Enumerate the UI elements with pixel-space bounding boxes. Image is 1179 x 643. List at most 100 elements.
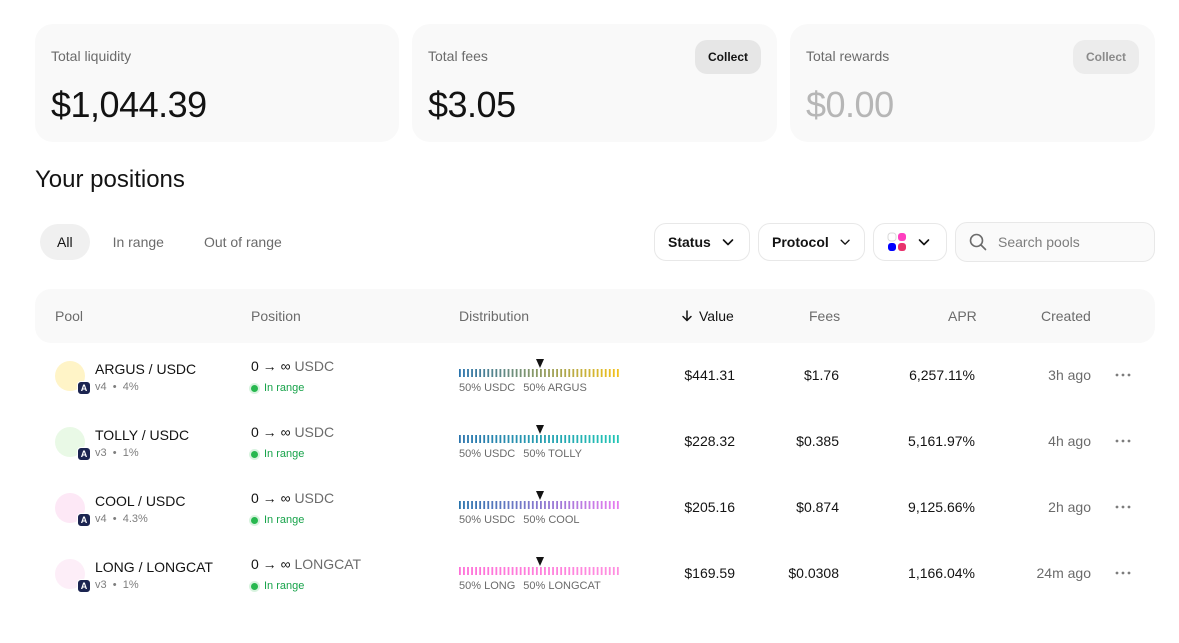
protocol-badge-icon: A	[77, 381, 91, 395]
table-row[interactable]: A ARGUS / USDC v4 • 4% 0 → ∞ USDC In ran…	[35, 343, 1155, 409]
column-fees[interactable]: Fees	[809, 308, 840, 324]
status-dropdown[interactable]: Status	[654, 223, 750, 261]
protocol-badge-icon: A	[77, 513, 91, 527]
pool-pair-name: COOL / USDC	[95, 493, 186, 509]
position-created: 3h ago	[1048, 367, 1091, 383]
current-price-marker-icon	[536, 359, 544, 368]
sort-arrow-down-icon	[682, 310, 692, 322]
column-created[interactable]: Created	[1041, 308, 1091, 324]
protocol-badge-icon: A	[77, 579, 91, 593]
column-value: Value	[699, 308, 734, 324]
position-value: $169.59	[684, 565, 735, 581]
table-row[interactable]: A COOL / USDC v4 • 4.3% 0 → ∞ USDC In ra…	[35, 475, 1155, 541]
position-range: 0 → ∞ USDC	[251, 358, 335, 374]
column-pool[interactable]: Pool	[55, 308, 83, 324]
position-value: $228.32	[684, 433, 735, 449]
positions-title: Your positions	[35, 166, 185, 193]
chevron-down-icon	[722, 239, 734, 246]
current-price-marker-icon	[536, 557, 544, 566]
total-fees-label: Total fees	[428, 48, 488, 64]
distribution-labels: 50% USDC 50% TOLLY	[459, 448, 582, 460]
position-apr: 9,125.66%	[908, 499, 975, 515]
distribution-labels: 50% USDC 50% COOL	[459, 514, 580, 526]
column-apr[interactable]: APR	[948, 308, 977, 324]
position-range: 0 → ∞ USDC	[251, 424, 335, 440]
table-row[interactable]: A TOLLY / USDC v3 • 1% 0 → ∞ USDC In ran…	[35, 409, 1155, 475]
distribution-labels: 50% LONG 50% LONGCAT	[459, 580, 601, 592]
column-position[interactable]: Position	[251, 308, 301, 324]
column-distribution[interactable]: Distribution	[459, 308, 529, 324]
range-status: In range	[251, 580, 304, 592]
position-created: 24m ago	[1036, 565, 1091, 581]
search-pools-box	[955, 222, 1155, 262]
network-dropdown[interactable]	[873, 223, 947, 261]
pool-version-fee: v4 • 4.3%	[95, 513, 148, 525]
more-options-icon[interactable]	[1113, 431, 1133, 451]
pool-version-fee: v4 • 4%	[95, 381, 139, 393]
pool-pair-name: ARGUS / USDC	[95, 361, 197, 377]
position-apr: 5,161.97%	[908, 433, 975, 449]
position-value: $205.16	[684, 499, 735, 515]
protocol-badge-icon: A	[77, 447, 91, 461]
chevron-down-icon	[840, 239, 850, 245]
position-range: 0 → ∞ LONGCAT	[251, 556, 362, 572]
protocol-dropdown-label: Protocol	[772, 234, 829, 250]
more-options-icon[interactable]	[1113, 563, 1133, 583]
distribution-ticks	[459, 369, 619, 377]
status-dropdown-label: Status	[668, 234, 711, 250]
pool-pair-name: TOLLY / USDC	[95, 427, 190, 443]
tab-in-range[interactable]: In range	[96, 224, 181, 260]
total-rewards-card: Total rewards $0.00 Collect	[790, 24, 1155, 142]
status-dot-icon	[251, 384, 258, 392]
tab-out-of-range[interactable]: Out of range	[187, 224, 299, 260]
more-options-icon[interactable]	[1113, 497, 1133, 517]
position-apr: 1,166.04%	[908, 565, 975, 581]
position-fees: $1.76	[803, 367, 839, 383]
position-fees: $0.385	[796, 433, 839, 449]
position-fees: $0.874	[796, 499, 839, 515]
total-liquidity-card: Total liquidity $1,044.39	[35, 24, 399, 142]
range-status: In range	[251, 382, 304, 394]
chevron-down-icon	[918, 239, 930, 246]
distribution-ticks	[459, 435, 619, 443]
distribution-ticks	[459, 567, 619, 575]
distribution-bar: 50% USDC 50% COOL	[459, 489, 621, 529]
pool-version-fee: v3 • 1%	[95, 579, 139, 591]
position-fees: $0.0308	[788, 565, 839, 581]
column-value-sort[interactable]: Value	[681, 308, 734, 324]
status-dot-icon	[251, 582, 258, 590]
range-filter-tabs: All In range Out of range	[40, 224, 299, 260]
distribution-ticks	[459, 501, 619, 509]
total-rewards-label: Total rewards	[806, 48, 890, 64]
position-created: 2h ago	[1048, 499, 1091, 515]
search-pools-input[interactable]	[998, 234, 1138, 250]
position-value: $441.31	[684, 367, 735, 383]
protocol-dropdown[interactable]: Protocol	[758, 223, 865, 261]
networks-grid-icon	[887, 232, 906, 251]
position-apr: 6,257.11%	[909, 367, 975, 383]
total-fees-card: Total fees $3.05 Collect	[412, 24, 777, 142]
total-rewards-value: $0.00	[806, 84, 894, 125]
pool-pair-name: LONG / LONGCAT	[95, 559, 213, 575]
distribution-bar: 50% USDC 50% ARGUS	[459, 357, 621, 397]
current-price-marker-icon	[536, 491, 544, 500]
status-dot-icon	[251, 516, 258, 524]
collect-fees-button[interactable]: Collect	[694, 40, 761, 74]
total-liquidity-label: Total liquidity	[51, 48, 132, 64]
status-dot-icon	[251, 450, 258, 458]
total-fees-value: $3.05	[428, 84, 516, 125]
tab-all[interactable]: All	[40, 224, 90, 260]
search-icon	[969, 233, 987, 251]
pool-version-fee: v3 • 1%	[95, 447, 139, 459]
total-liquidity-value: $1,044.39	[51, 84, 207, 125]
table-row[interactable]: A LONG / LONGCAT v3 • 1% 0 → ∞ LONGCAT I…	[35, 541, 1155, 607]
distribution-labels: 50% USDC 50% ARGUS	[459, 382, 587, 394]
distribution-bar: 50% USDC 50% TOLLY	[459, 423, 621, 463]
current-price-marker-icon	[536, 425, 544, 434]
range-status: In range	[251, 448, 304, 460]
range-status: In range	[251, 514, 304, 526]
positions-table-header: Pool Position Distribution Value Fees AP…	[35, 289, 1155, 343]
more-options-icon[interactable]	[1113, 365, 1133, 385]
collect-rewards-button[interactable]: Collect	[1072, 40, 1139, 74]
distribution-bar: 50% LONG 50% LONGCAT	[459, 555, 621, 595]
